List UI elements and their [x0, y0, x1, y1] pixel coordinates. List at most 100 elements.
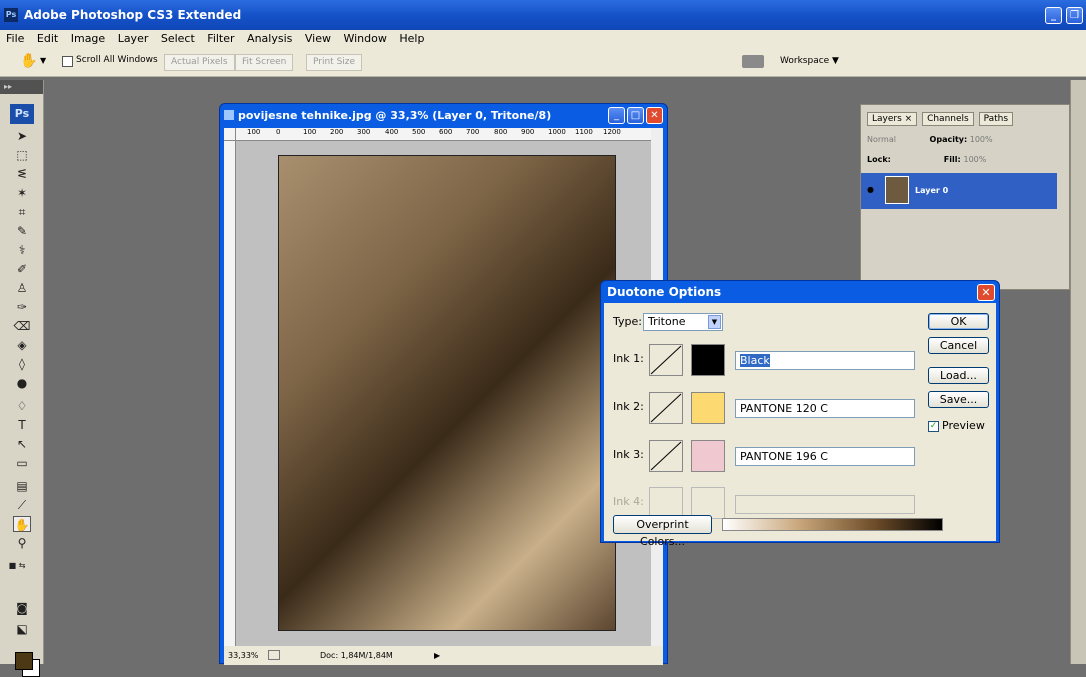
clone-stamp-tool-icon[interactable]: ♙	[13, 280, 31, 296]
vertical-ruler[interactable]	[224, 141, 236, 646]
fill-label: Fill:	[943, 155, 961, 164]
rectangle-tool-icon[interactable]: ▭	[13, 455, 31, 471]
ruler-tick: 500	[412, 128, 426, 136]
hand-tool-icon[interactable]: ✋	[13, 516, 31, 532]
menu-layer[interactable]: Layer	[118, 32, 149, 45]
load-button[interactable]: Load...	[928, 367, 989, 384]
dodge-tool-icon[interactable]: ●	[13, 375, 31, 391]
curve-line-icon	[650, 345, 682, 375]
document-status-bar: 33,33% Doc: 1,84M/1,84M ▶	[224, 646, 663, 665]
doc-close-button[interactable]: ✕	[646, 107, 663, 124]
document-title-bar[interactable]: povijesne tehnike.jpg @ 33,3% (Layer 0, …	[220, 104, 667, 128]
foreground-color-swatch[interactable]	[15, 652, 33, 670]
menu-filter[interactable]: Filter	[207, 32, 234, 45]
marquee-tool-icon[interactable]: ⬚	[13, 147, 31, 163]
ink3-name-field[interactable]: PANTONE 196 C	[735, 447, 915, 466]
ink1-name-field[interactable]: Black	[735, 351, 915, 370]
status-arrow-icon[interactable]: ▶	[434, 646, 440, 665]
screen-mode-icon[interactable]: ⬕	[13, 621, 31, 637]
doc-maximize-button[interactable]: □	[627, 107, 644, 124]
menu-image[interactable]: Image	[71, 32, 105, 45]
type-tool-icon[interactable]: T	[13, 417, 31, 433]
print-size-button[interactable]: Print Size	[306, 54, 363, 71]
pen-tool-icon[interactable]: ♢	[13, 398, 31, 414]
path-selection-tool-icon[interactable]: ↖	[13, 436, 31, 452]
menu-select[interactable]: Select	[161, 32, 195, 45]
workspace-menu[interactable]: Workspace ▼	[780, 56, 839, 66]
app-title: Adobe Photoshop CS3 Extended	[24, 8, 242, 22]
ink1-color-swatch[interactable]	[691, 344, 725, 376]
zoom-tool-icon[interactable]: ⚲	[13, 535, 31, 551]
dialog-close-button[interactable]: ✕	[977, 284, 995, 301]
menu-file[interactable]: File	[6, 32, 24, 45]
ink2-curve-button[interactable]	[649, 392, 683, 424]
menu-help[interactable]: Help	[399, 32, 424, 45]
ruler-origin[interactable]	[224, 128, 236, 141]
opacity-value[interactable]: 100%	[970, 135, 993, 144]
layers-panel: Layers × Channels Paths Normal Opacity: …	[860, 104, 1070, 290]
save-button[interactable]: Save...	[928, 391, 989, 408]
eyedropper-tool-icon[interactable]: ⟋	[13, 497, 31, 513]
ruler-tick: 1200	[603, 128, 621, 136]
panel-dock[interactable]	[1070, 80, 1086, 664]
bridge-icon[interactable]	[742, 55, 764, 68]
menu-edit[interactable]: Edit	[37, 32, 58, 45]
tab-paths[interactable]: Paths	[978, 112, 1014, 126]
crop-tool-icon[interactable]: ⌗	[13, 204, 31, 220]
curve-line-icon	[650, 393, 682, 423]
type-label: Type:	[613, 315, 642, 328]
type-select[interactable]: Tritone ▼	[643, 313, 723, 331]
horizontal-ruler[interactable]: 100 0 100 200 300 400 500 600 700 800 90…	[236, 128, 651, 141]
ruler-tick: 700	[466, 128, 480, 136]
ink3-color-swatch[interactable]	[691, 440, 725, 472]
blur-tool-icon[interactable]: ◊	[13, 356, 31, 372]
minimize-window-button[interactable]: _	[1045, 7, 1062, 24]
menu-analysis[interactable]: Analysis	[247, 32, 292, 45]
slice-tool-icon[interactable]: ✎	[13, 223, 31, 239]
actual-pixels-button[interactable]: Actual Pixels	[164, 54, 235, 71]
eraser-tool-icon[interactable]: ⌫	[13, 318, 31, 334]
blend-mode-select[interactable]: Normal	[867, 135, 927, 144]
preview-label: Preview	[942, 419, 985, 432]
ruler-tick: 1000	[548, 128, 566, 136]
status-menu-icon[interactable]	[268, 650, 280, 660]
zoom-level[interactable]: 33,33%	[228, 646, 259, 665]
ink3-curve-button[interactable]	[649, 440, 683, 472]
quick-mask-icon[interactable]: ◙	[13, 600, 31, 616]
tab-channels[interactable]: Channels	[922, 112, 974, 126]
dialog-title: Duotone Options	[607, 285, 722, 299]
chevron-down-icon[interactable]: ▼	[708, 315, 721, 329]
fit-screen-button[interactable]: Fit Screen	[235, 54, 294, 71]
ok-button[interactable]: OK	[928, 313, 989, 330]
scroll-all-windows-checkbox[interactable]	[62, 56, 73, 67]
ink2-color-swatch[interactable]	[691, 392, 725, 424]
ink1-curve-button[interactable]	[649, 344, 683, 376]
restore-window-button[interactable]: ❐	[1066, 7, 1083, 24]
doc-minimize-button[interactable]: _	[608, 107, 625, 124]
visibility-eye-icon[interactable]: ●	[867, 185, 874, 194]
cancel-button[interactable]: Cancel	[928, 337, 989, 354]
brush-tool-icon[interactable]: ✐	[13, 261, 31, 277]
overprint-colors-button[interactable]: Overprint Colors...	[613, 515, 712, 548]
ink2-name-field[interactable]: PANTONE 120 C	[735, 399, 915, 418]
default-colors-icon[interactable]: ■ ⇆	[8, 558, 26, 574]
options-bar: ✋ ▼ Scroll All Windows Actual Pixels Fit…	[0, 47, 1086, 77]
layer-row[interactable]: ● Layer 0	[861, 173, 1057, 209]
hand-tool-icon[interactable]: ✋	[20, 53, 37, 69]
preview-checkbox[interactable]: ✓	[928, 421, 939, 432]
move-tool-icon[interactable]: ➤	[13, 128, 31, 144]
menu-view[interactable]: View	[305, 32, 331, 45]
menu-window[interactable]: Window	[343, 32, 386, 45]
fill-value[interactable]: 100%	[963, 155, 986, 164]
paint-bucket-tool-icon[interactable]: ◈	[13, 337, 31, 353]
tool-preset-chevron-icon[interactable]: ▼	[40, 56, 46, 65]
tools-panel-header[interactable]: ▸▸	[0, 80, 43, 94]
magic-wand-tool-icon[interactable]: ✶	[13, 185, 31, 201]
ruler-tick: 300	[357, 128, 371, 136]
tab-layers[interactable]: Layers ×	[867, 112, 918, 126]
lasso-tool-icon[interactable]: ᓬ	[13, 166, 31, 182]
healing-brush-tool-icon[interactable]: ⚕	[13, 242, 31, 258]
menu-bar: File Edit Image Layer Select Filter Anal…	[0, 30, 1086, 47]
history-brush-tool-icon[interactable]: ✑	[13, 299, 31, 315]
notes-tool-icon[interactable]: ▤	[13, 478, 31, 494]
